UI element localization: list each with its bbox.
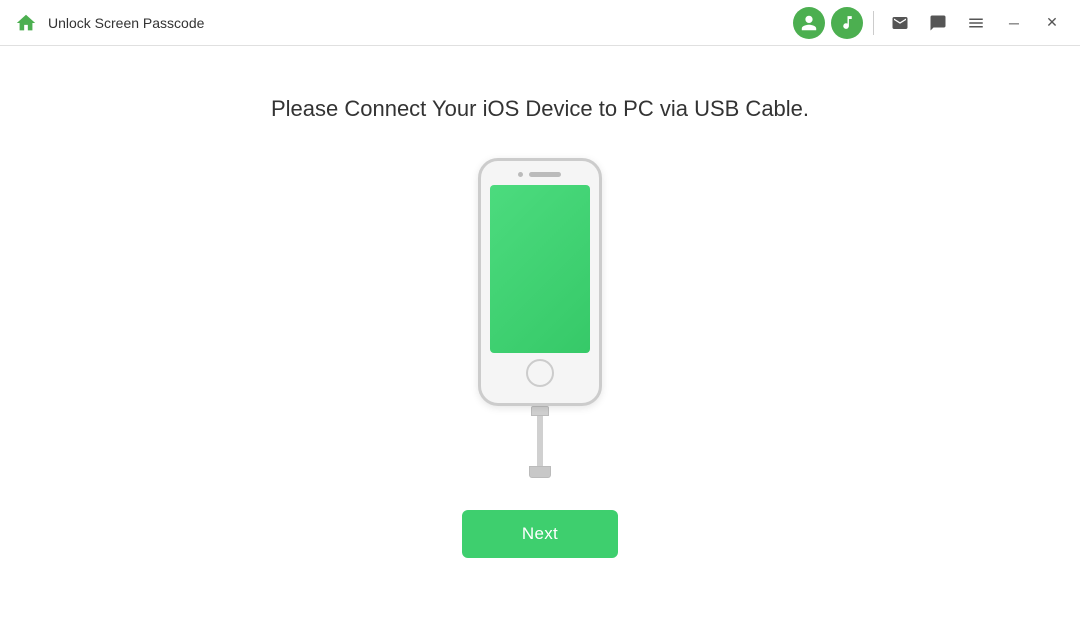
search-music-icon[interactable] <box>831 7 863 39</box>
next-button[interactable]: Next <box>462 510 618 558</box>
phone-top-area <box>505 165 576 183</box>
usb-cable <box>529 406 551 478</box>
phone-illustration <box>478 158 602 478</box>
mail-button[interactable] <box>884 7 916 39</box>
instruction-text: Please Connect Your iOS Device to PC via… <box>271 96 809 122</box>
phone-body <box>478 158 602 406</box>
title-bar-left: Unlock Screen Passcode <box>12 9 793 37</box>
chat-button[interactable] <box>922 7 954 39</box>
phone-speaker <box>529 172 561 177</box>
app-title: Unlock Screen Passcode <box>48 15 204 31</box>
title-bar-right: ─ ✕ <box>793 7 1068 39</box>
minimize-button[interactable]: ─ <box>998 7 1030 39</box>
menu-button[interactable] <box>960 7 992 39</box>
home-icon[interactable] <box>12 9 40 37</box>
cable-top-connector <box>531 406 549 416</box>
cable-bottom-connector <box>529 466 551 478</box>
divider <box>873 11 874 35</box>
title-bar: Unlock Screen Passcode <box>0 0 1080 46</box>
phone-camera <box>518 172 523 177</box>
close-button[interactable]: ✕ <box>1036 7 1068 39</box>
main-content: Please Connect Your iOS Device to PC via… <box>0 46 1080 639</box>
avatar-icon[interactable] <box>793 7 825 39</box>
cable-line <box>537 416 543 466</box>
phone-home-button <box>526 359 554 387</box>
phone-screen <box>490 185 590 353</box>
